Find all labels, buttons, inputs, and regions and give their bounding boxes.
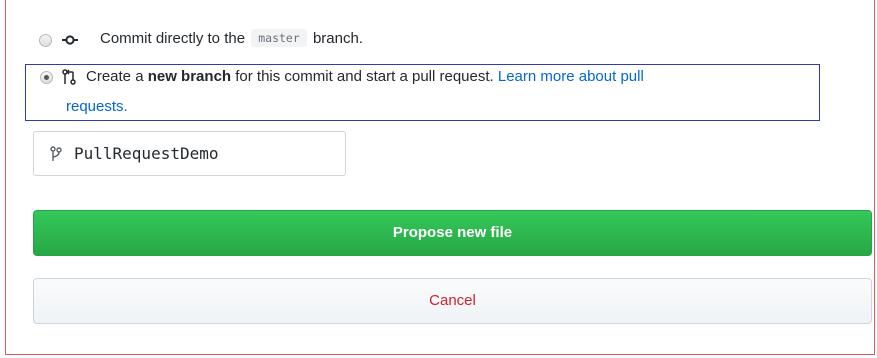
git-branch-icon — [50, 146, 62, 161]
commit-form: Commit directly to the master branch. Cr… — [5, 0, 875, 355]
commit-direct-prefix: Commit directly to the — [100, 30, 246, 47]
propose-new-file-button[interactable]: Propose new file — [33, 210, 872, 256]
commit-direct-label: Commit directly to the master branch. — [100, 29, 363, 47]
branch-name-input[interactable] — [74, 142, 334, 166]
git-commit-icon — [62, 35, 78, 45]
master-branch-code: master — [251, 29, 307, 47]
new-branch-text-after: for this commit and start a pull request… — [235, 68, 494, 85]
learn-more-link[interactable]: Learn more about pull — [498, 68, 644, 85]
commit-direct-suffix: branch. — [312, 30, 363, 47]
branch-name-field[interactable] — [33, 131, 346, 176]
learn-more-link-continued[interactable]: requests. — [66, 98, 128, 115]
new-branch-bold: new branch — [147, 68, 232, 85]
new-branch-option[interactable]: Create a new branch for this commit and … — [25, 64, 820, 121]
new-branch-radio[interactable] — [40, 71, 53, 84]
git-pull-request-icon — [62, 69, 76, 85]
commit-direct-radio[interactable] — [39, 34, 52, 47]
new-branch-text-before: Create a — [86, 68, 144, 85]
new-branch-label: Create a new branch for this commit and … — [86, 68, 644, 85]
cancel-button[interactable]: Cancel — [33, 278, 872, 324]
